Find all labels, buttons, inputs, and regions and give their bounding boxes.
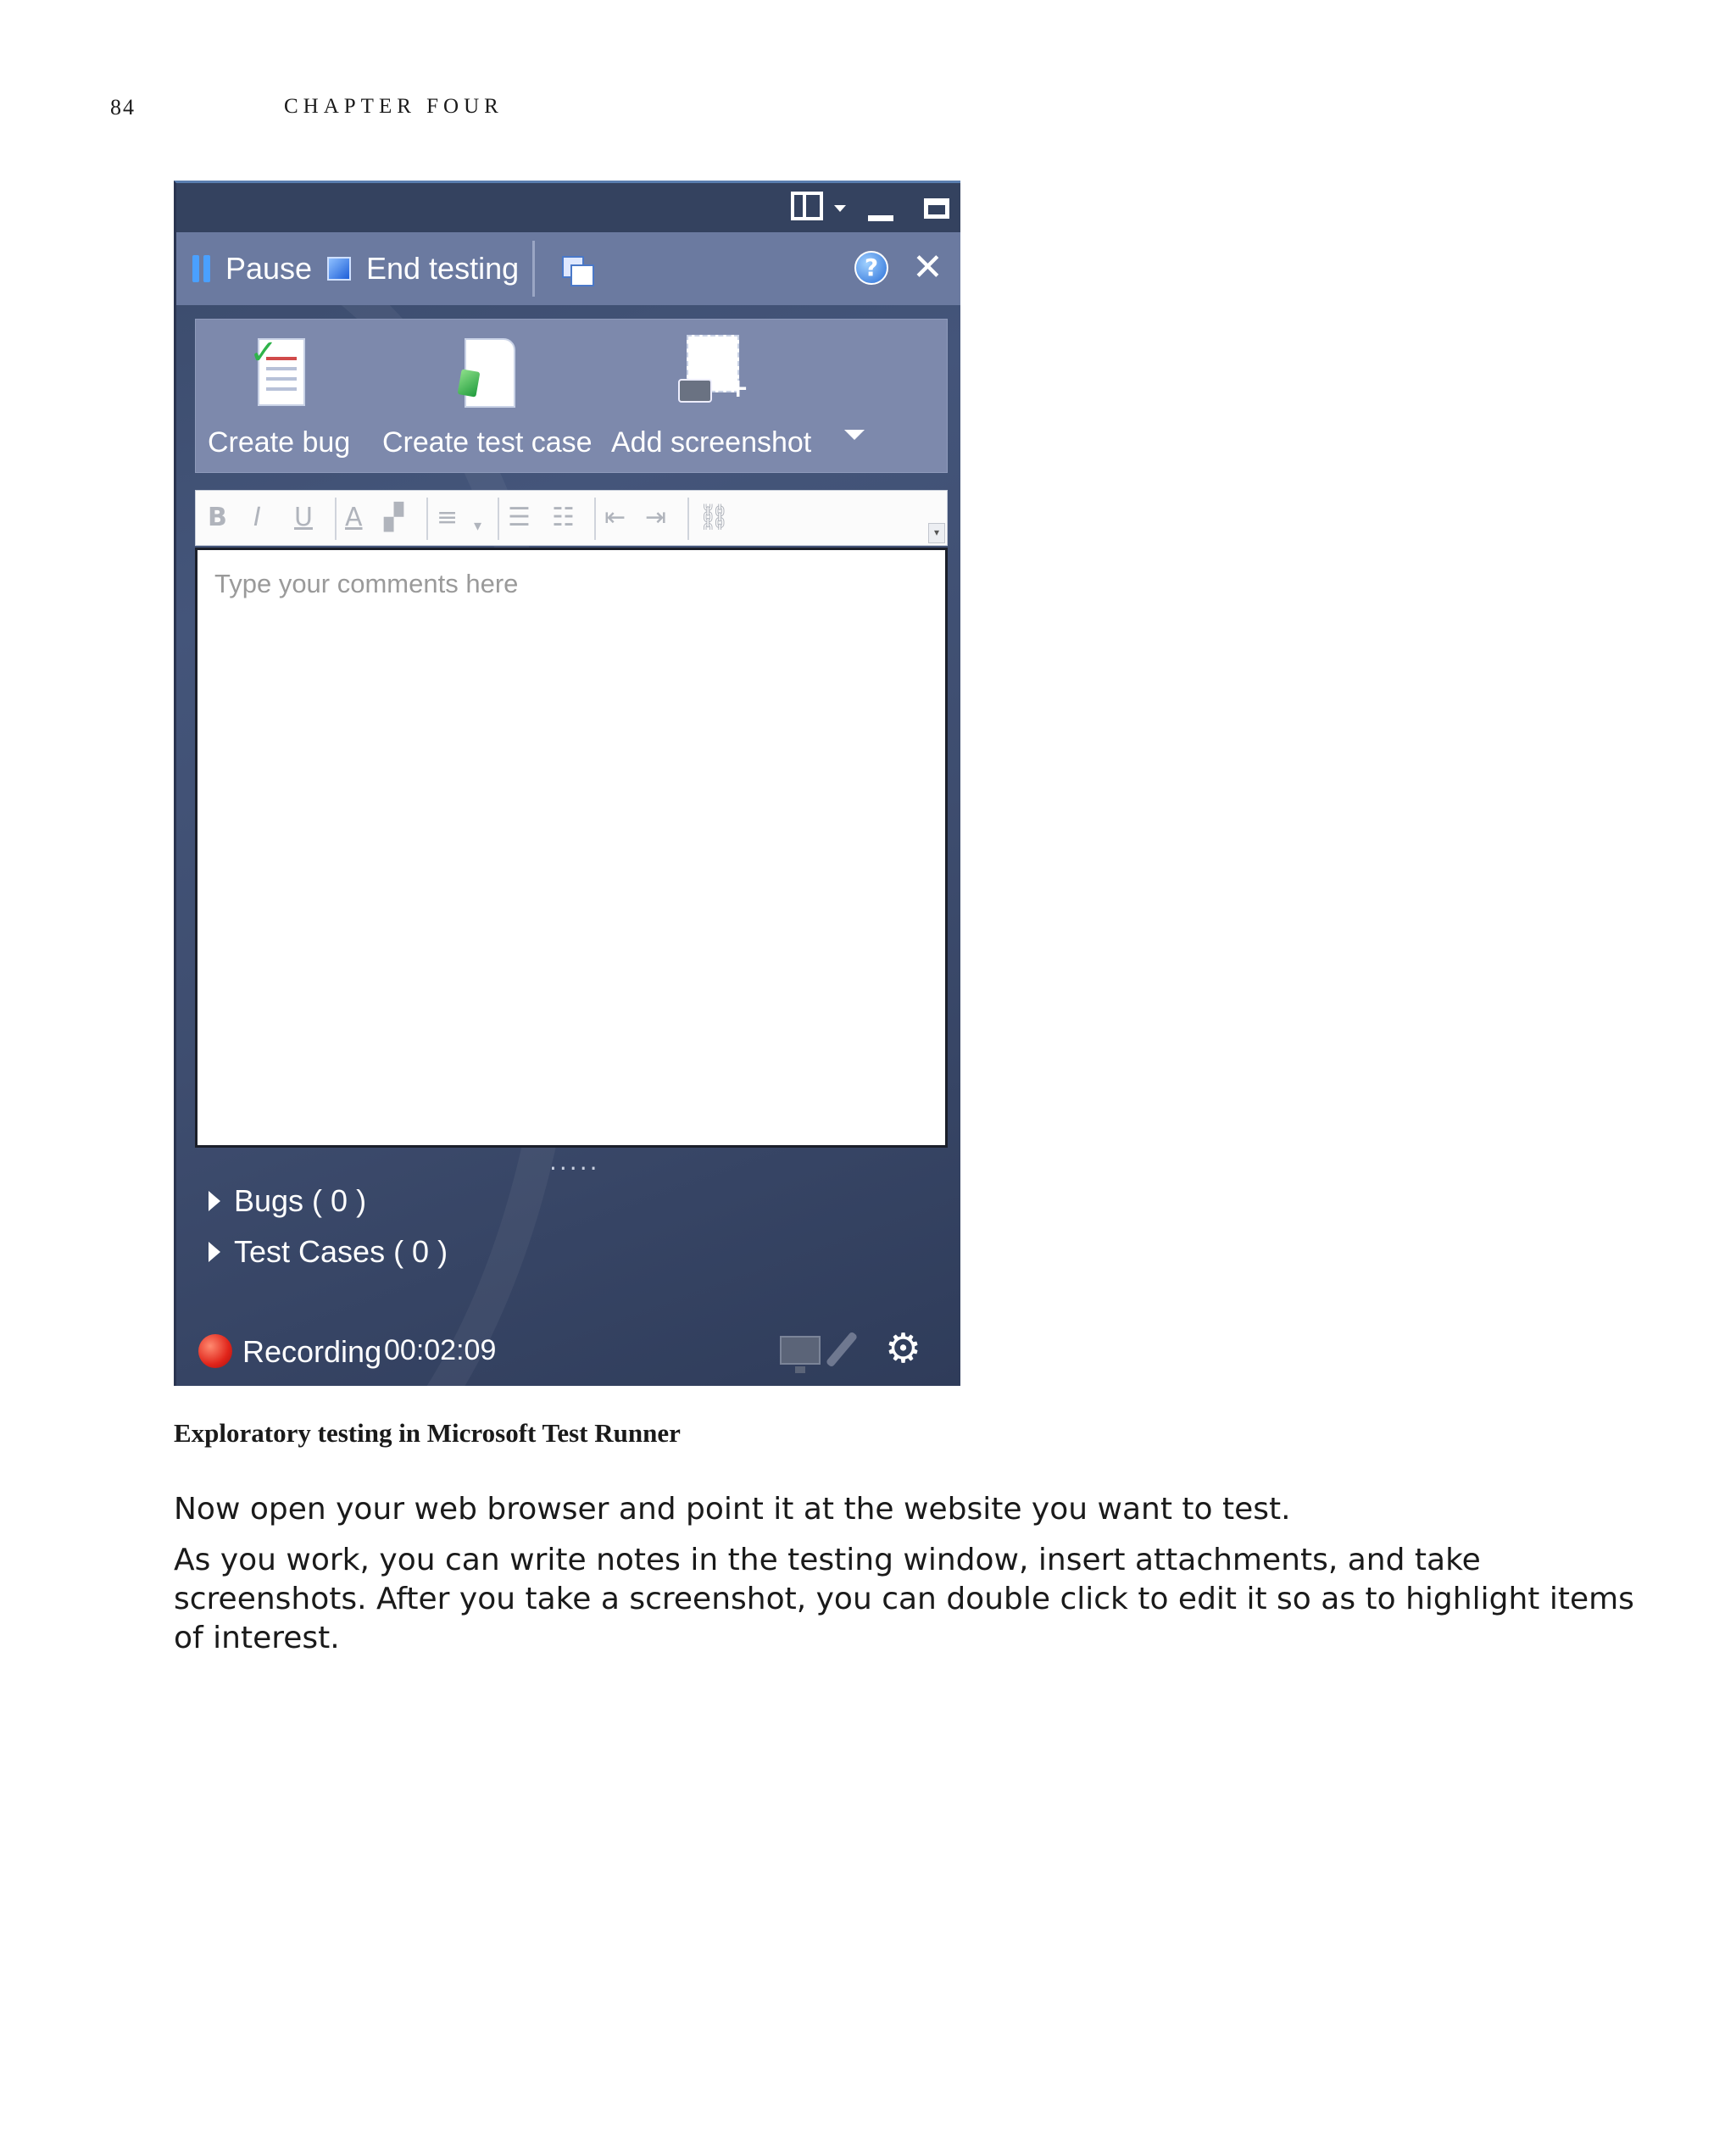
expand-triangle-icon [209, 1242, 220, 1262]
add-screenshot-label: Add screenshot [611, 426, 812, 459]
action-panel: ✓ Create bug Create test case + Add scre… [195, 319, 948, 473]
stop-icon [327, 257, 351, 281]
end-testing-button[interactable]: End testing [327, 248, 519, 290]
status-bar: Recording 00:02:09 ⚙ [176, 1310, 960, 1386]
font-color-button[interactable]: A [345, 503, 363, 533]
pause-button[interactable]: Pause [190, 248, 312, 290]
toolbar-separator [498, 498, 499, 540]
title-bar [176, 183, 960, 232]
rich-text-toolbar: B I U A ▞ ≡ ▾ ☰ ☷ ⇤ ⇥ ⛓ ▾ [195, 490, 948, 546]
increase-indent-icon[interactable]: ⇥ [645, 503, 666, 533]
chevron-down-icon[interactable] [834, 205, 846, 212]
test-cases-section-label: Test Cases ( 0 ) [234, 1234, 448, 1269]
numbered-list-icon[interactable]: ☷ [552, 503, 575, 533]
create-bug-button[interactable]: ✓ Create bug [208, 333, 350, 459]
highlight-icon[interactable]: ▞ [384, 503, 403, 533]
maximize-icon[interactable] [924, 198, 949, 219]
toolbar-separator [426, 498, 428, 540]
paragraph: As you work, you can write notes in the … [174, 1543, 1634, 1655]
bugs-section-label: Bugs ( 0 ) [234, 1183, 367, 1218]
toolbar-separator [687, 498, 689, 540]
figure-caption: Exploratory testing in Microsoft Test Ru… [174, 1418, 681, 1448]
recording-indicator-icon [198, 1334, 232, 1368]
resize-grip[interactable]: ..... [549, 1150, 600, 1174]
create-bug-label: Create bug [208, 426, 351, 459]
running-head: CHAPTER FOUR [284, 95, 504, 118]
comments-placeholder: Type your comments here [214, 569, 519, 598]
align-dropdown-chevron-icon[interactable]: ▾ [474, 511, 481, 542]
add-screenshot-button[interactable]: + Add screenshot [611, 333, 811, 459]
bold-button[interactable]: B [208, 503, 227, 533]
toolbar-separator [594, 498, 596, 540]
test-case-icon [457, 333, 517, 414]
recording-label: Recording [242, 1334, 382, 1369]
test-runner-window: Pause End testing ? ✕ ✓ Create bug Creat… [174, 181, 960, 1386]
help-icon[interactable]: ? [854, 251, 888, 285]
close-icon[interactable]: ✕ [912, 248, 943, 288]
insert-link-icon[interactable]: ⛓ [698, 503, 730, 533]
attach-file-icon[interactable] [562, 256, 596, 288]
minimize-icon[interactable] [868, 215, 893, 221]
expand-triangle-icon [209, 1191, 220, 1211]
end-testing-label: End testing [366, 251, 520, 286]
pause-icon [190, 255, 214, 282]
recording-timer: 00:02:09 [384, 1334, 497, 1366]
comments-textarea[interactable]: Type your comments here [195, 548, 948, 1148]
decrease-indent-icon[interactable]: ⇤ [604, 503, 626, 533]
bugs-section-toggle[interactable]: Bugs ( 0 ) [209, 1183, 366, 1219]
underline-button[interactable]: U [294, 503, 313, 533]
bullet-list-icon[interactable]: ☰ [508, 503, 531, 533]
align-left-icon[interactable]: ≡ [437, 503, 458, 533]
toolbar-divider [532, 241, 535, 297]
screenshot-camera-icon: + [675, 333, 748, 414]
microphone-icon[interactable] [825, 1331, 859, 1368]
command-bar: Pause End testing ? ✕ [176, 232, 960, 305]
dock-layout-icon[interactable] [791, 192, 823, 220]
gear-icon[interactable]: ⚙ [885, 1327, 921, 1370]
paragraph: Now open your web browser and point it a… [174, 1492, 1291, 1527]
screenshot-options-chevron-icon[interactable] [844, 430, 865, 440]
toolbar-overflow-chevron-icon[interactable]: ▾ [928, 523, 945, 543]
pause-label: Pause [225, 251, 313, 286]
italic-button[interactable]: I [253, 503, 261, 533]
create-test-case-label: Create test case [382, 426, 593, 459]
bug-report-icon: ✓ [249, 333, 309, 414]
page-number: 84 [110, 95, 136, 120]
toolbar-separator [335, 498, 337, 540]
create-test-case-button[interactable]: Create test case [382, 333, 593, 459]
screen-capture-icon[interactable] [780, 1336, 821, 1373]
test-cases-section-toggle[interactable]: Test Cases ( 0 ) [209, 1234, 448, 1270]
